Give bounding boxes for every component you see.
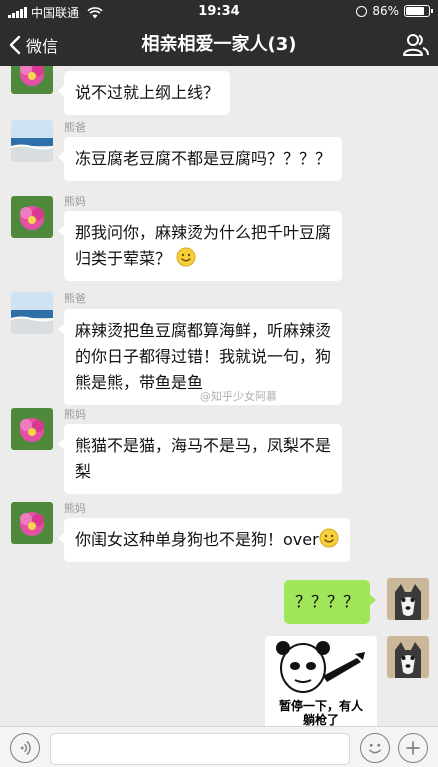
flower-avatar-image [11,502,53,544]
watermark-text: @知乎少女阿慕 [200,390,277,403]
avatar-mom[interactable] [11,502,53,544]
husky-avatar-image [387,578,429,620]
message-line: 麻辣烫把鱼豆腐都算海鲜，听麻辣烫 [75,321,332,340]
message-line: 的你日子都得过错！我就说一句，狗 [75,347,332,366]
flower-avatar-image [11,196,53,238]
sea-avatar-image [11,120,53,162]
panda-pointing-sticker-image [276,641,365,693]
message-line: 熊猫不是猫，海马不是马，凤梨不是 [75,436,332,455]
flower-avatar-image [11,408,53,450]
sender-name: 熊妈 [64,195,86,208]
avatar-dad[interactable] [11,292,53,334]
message-line: 梨 [75,462,92,481]
avatar-me[interactable] [387,636,429,678]
emoji-button-icon[interactable] [360,733,390,763]
message-bubble[interactable]: 冻豆腐老豆腐不都是豆腐吗？？？？ [57,137,343,181]
husky-avatar-image [387,636,429,678]
battery-percent: 86% [372,4,399,18]
rotation-lock-icon [356,5,368,17]
sender-name: 熊爸 [64,292,86,305]
avatar-mom[interactable] [11,408,53,450]
my-message-bubble[interactable]: ？？？？ [284,580,377,624]
sticker-message[interactable]: 暂停一下，有人 躺枪了 [265,636,377,726]
sender-name: 熊妈 [64,408,86,421]
smile-emoji-icon [319,528,339,548]
message-bubble[interactable]: 你闺女这种单身狗也不是狗！over [58,518,350,562]
input-bar [0,726,438,767]
message-bubble[interactable]: 那我问你，麻辣烫为什么把千叶豆腐 归类于荤菜？ [57,211,343,281]
battery-icon [404,5,433,17]
flower-avatar-image [11,66,53,94]
chat-area[interactable]: 说不过就上纲上线？ 熊爸 冻豆腐老豆腐不都是豆腐吗？？？？ 熊妈 那我问你，麻辣… [0,66,438,726]
message-bubble[interactable]: 熊猫不是猫，海马不是马，凤梨不是 梨 [57,424,343,494]
avatar-mom[interactable] [11,66,53,94]
voice-input-button[interactable] [10,733,40,763]
status-bar: 中国联通 19:34 86% [0,0,438,24]
sender-name: 熊妈 [64,502,86,515]
sticker-caption: 暂停一下，有人 躺枪了 [278,699,363,726]
status-right: 86% [356,4,433,18]
message-bubble[interactable]: 说不过就上纲上线？ [57,71,231,115]
message-line: 归类于荤菜？ [75,246,331,272]
sea-avatar-image [11,292,53,334]
avatar-dad[interactable] [11,120,53,162]
smile-emoji-icon [176,247,196,267]
avatar-mom[interactable] [11,196,53,238]
sender-name: 熊爸 [64,121,86,134]
nav-bar: 微信 相亲相爱一家人(3) [0,24,438,66]
message-line: 那我问你，麻辣烫为什么把千叶豆腐 [75,223,332,242]
avatar-me[interactable] [387,578,429,620]
add-more-button-icon[interactable] [398,733,428,763]
group-members-icon[interactable] [402,32,430,58]
message-input[interactable] [50,733,350,765]
chat-title: 相亲相爱一家人(3) [141,34,297,55]
